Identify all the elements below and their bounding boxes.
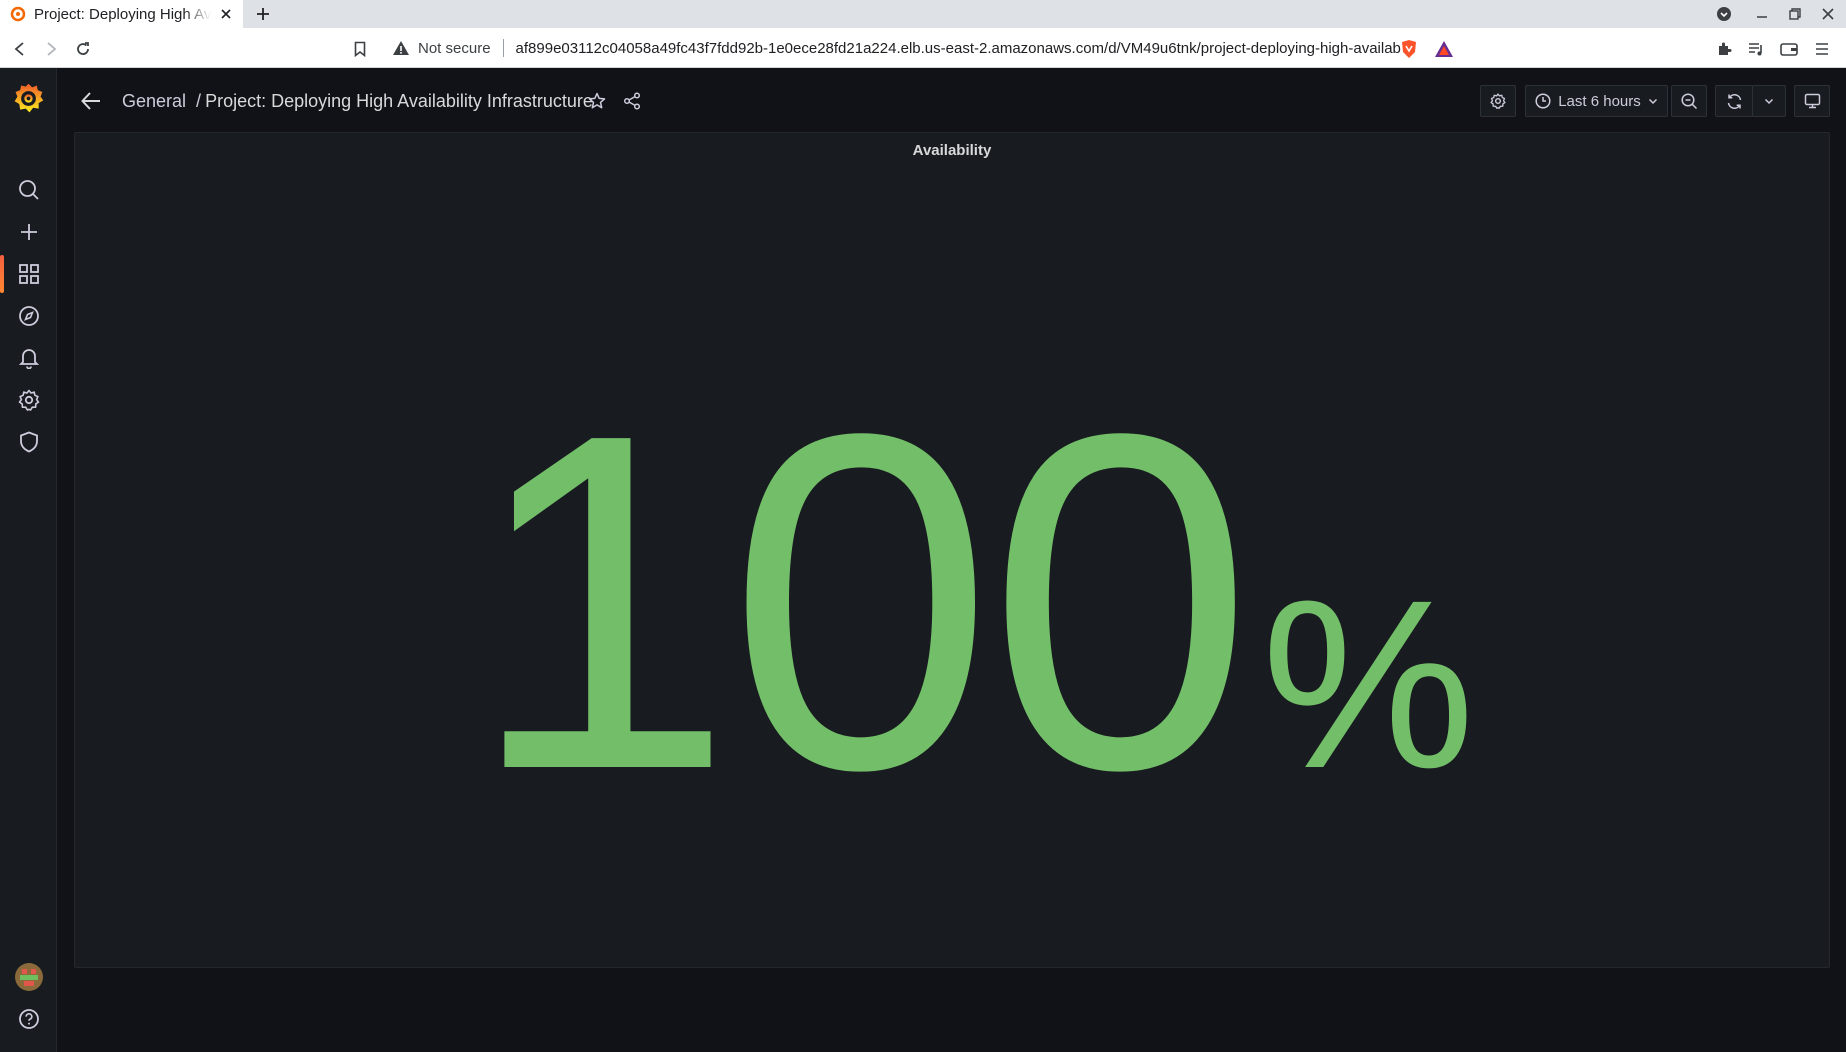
breadcrumb-separator: /: [196, 90, 202, 111]
wallet-icon[interactable]: [1778, 38, 1800, 60]
bookmark-icon[interactable]: [349, 38, 371, 60]
stat-container: 100%: [75, 133, 1829, 967]
tab-search-icon[interactable]: [1713, 4, 1735, 24]
sync-icon: [1727, 93, 1741, 109]
share-icon: [623, 92, 641, 110]
dashboard-settings-button[interactable]: [1480, 85, 1516, 117]
avatar: [14, 963, 43, 991]
dashboard-title[interactable]: Project: Deploying High Availability Inf…: [205, 91, 593, 112]
sidemenu-profile[interactable]: [0, 956, 57, 998]
sidemenu-server-admin[interactable]: [0, 421, 57, 463]
refresh-interval-dropdown[interactable]: [1752, 85, 1786, 117]
arrow-left-icon: [81, 92, 100, 110]
window-close-icon[interactable]: [1817, 4, 1839, 24]
back-arrow-icon[interactable]: [9, 38, 31, 60]
url-text[interactable]: af899e03112c04058a49fc43f7fdd92b-1e0ece2…: [516, 40, 1401, 57]
share-dashboard-button[interactable]: [621, 90, 643, 112]
time-range-label: Last 6 hours: [1558, 92, 1641, 110]
shield-icon: [19, 431, 38, 453]
clock-icon: [1535, 93, 1551, 109]
breadcrumb: General / Project: Deploying High Availa…: [122, 89, 593, 113]
playlist-icon[interactable]: [1745, 38, 1767, 60]
extensions-icon[interactable]: [1713, 38, 1735, 60]
chevron-down-icon: [1764, 98, 1774, 105]
grafana-sidemenu: [0, 68, 57, 1052]
minimize-icon[interactable]: [1751, 4, 1773, 24]
dashboard-navbar: General / Project: Deploying High Availa…: [57, 68, 1846, 132]
security-status-label[interactable]: Not secure: [418, 40, 491, 57]
time-range-picker[interactable]: Last 6 hours: [1525, 85, 1668, 117]
chevron-down-icon: [1648, 98, 1657, 105]
sidemenu-search[interactable]: [0, 169, 57, 211]
sidemenu-help[interactable]: [0, 998, 57, 1040]
apps-icon: [18, 264, 39, 284]
warning-icon: [393, 41, 409, 55]
availability-stat-panel[interactable]: Availability 100%: [74, 132, 1830, 968]
back-to-list-button[interactable]: [79, 89, 103, 113]
stat-unit: %: [1261, 550, 1475, 818]
sidemenu-configuration[interactable]: [0, 379, 57, 421]
search-icon: [18, 180, 39, 200]
menu-icon[interactable]: [1811, 38, 1833, 60]
star-icon: [588, 92, 606, 109]
browser-tab[interactable]: Project: Deploying High Availability Inf…: [0, 0, 243, 28]
browser-toolbar: Not secure af899e03112c04058a49fc43f7fdd…: [0, 28, 1846, 68]
mark-favorite-button[interactable]: [586, 90, 608, 112]
address-bar[interactable]: Not secure af899e03112c04058a49fc43f7fdd…: [382, 33, 1462, 63]
grafana-favicon-icon: [10, 6, 26, 22]
address-divider: [502, 39, 504, 57]
sidemenu-alerting[interactable]: [0, 337, 57, 379]
sidemenu-create[interactable]: [0, 211, 57, 253]
stat-number: 100: [468, 335, 1254, 869]
plus-icon: [20, 224, 37, 240]
reload-icon[interactable]: [72, 38, 94, 60]
restore-icon[interactable]: [1784, 4, 1806, 24]
refresh-button[interactable]: [1715, 85, 1753, 117]
cog-icon: [18, 389, 39, 411]
bell-icon: [18, 349, 39, 369]
breadcrumb-folder[interactable]: General: [122, 91, 186, 112]
question-circle-icon: [18, 1009, 39, 1029]
forward-arrow-icon[interactable]: [40, 38, 62, 60]
brave-shield-icon[interactable]: [1398, 38, 1420, 60]
brave-rewards-icon[interactable]: [1433, 38, 1455, 60]
monitor-icon: [1804, 93, 1820, 109]
cog-icon: [1490, 93, 1506, 109]
sidemenu-explore[interactable]: [0, 295, 57, 337]
tv-mode-button[interactable]: [1794, 85, 1830, 117]
new-tab-icon[interactable]: [253, 4, 273, 24]
sidemenu-dashboards[interactable]: [0, 253, 57, 295]
stat-value: 100%: [468, 363, 1475, 841]
zoom-out-icon: [1680, 92, 1697, 109]
close-tab-icon[interactable]: [217, 5, 235, 23]
browser-tab-title: Project: Deploying High Availability Inf…: [34, 5, 211, 23]
zoom-out-button[interactable]: [1671, 85, 1707, 117]
browser-tab-strip: Project: Deploying High Availability Inf…: [0, 0, 1846, 28]
compass-icon: [18, 306, 39, 326]
grafana-logo-icon[interactable]: [10, 80, 47, 117]
